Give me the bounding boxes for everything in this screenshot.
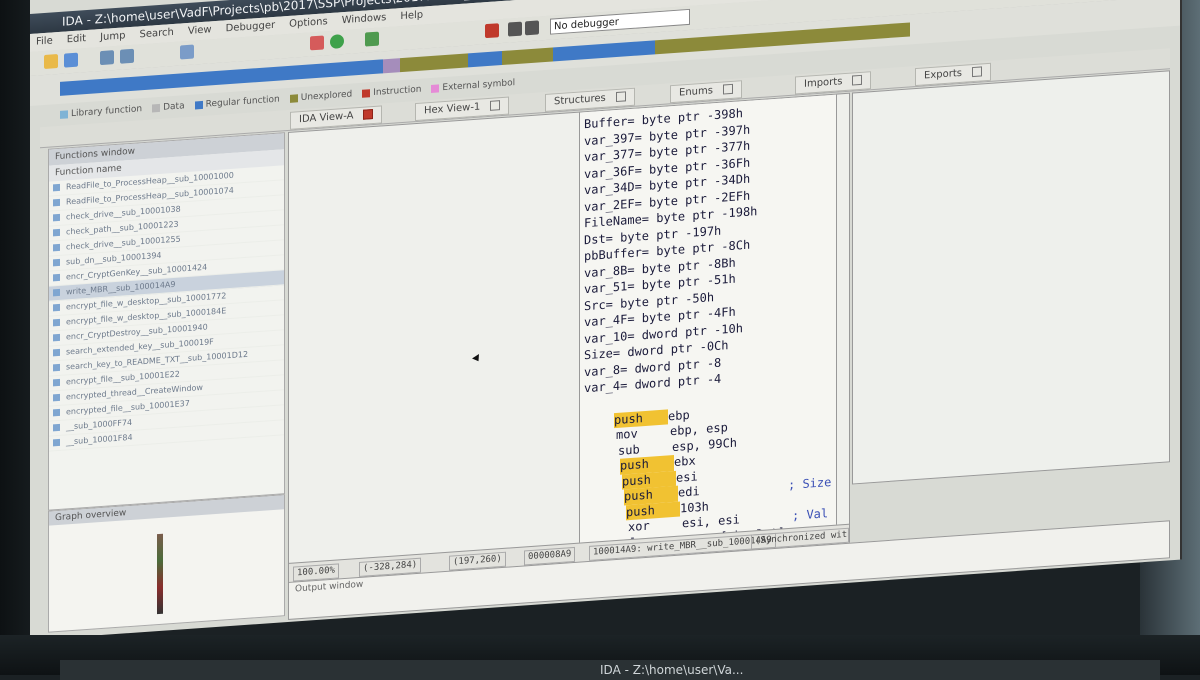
graph-icon[interactable] (310, 35, 324, 51)
save-icon[interactable] (64, 52, 78, 68)
close-icon[interactable] (971, 66, 982, 78)
tab-label: Imports (804, 76, 843, 90)
legend-swatch (362, 88, 371, 98)
ida-window: IDA - Z:\home\user\VadF\Projects\pb\2017… (30, 0, 1182, 640)
function-list: ReadFile_to_ProcessHeap__sub_10001000 Rea… (49, 165, 284, 452)
function-name: __sub_1000FF74 (66, 417, 133, 432)
legend-label: Regular function (205, 94, 280, 110)
legend-label: External symbol (442, 78, 516, 94)
function-icon (53, 273, 60, 282)
menu-item-help[interactable]: Help (400, 10, 423, 23)
add-icon[interactable] (365, 31, 379, 47)
close-icon[interactable] (363, 108, 374, 120)
function-icon (53, 348, 60, 357)
ida-view-a: Buffer= byte ptr -398h var_397= byte ptr … (288, 92, 850, 584)
close-icon[interactable] (722, 83, 733, 95)
asm-comment: ; Val (792, 506, 829, 523)
function-icon (53, 198, 60, 207)
tab-label: Enums (679, 85, 713, 99)
graph-overview-bar[interactable] (157, 533, 163, 615)
menu-item-search[interactable]: Search (140, 27, 174, 40)
close-icon[interactable] (490, 100, 501, 111)
hex-view-panel (852, 70, 1170, 485)
menu-item-file[interactable]: File (36, 35, 53, 47)
disassembly-listing[interactable]: Buffer= byte ptr -398h var_397= byte ptr … (579, 94, 837, 543)
run-icon[interactable] (330, 34, 344, 50)
search-icon[interactable] (180, 44, 194, 60)
function-icon (53, 228, 60, 237)
function-icon (53, 258, 60, 267)
back-icon[interactable] (100, 50, 114, 66)
graph-overview-panel: Graph overview (48, 494, 285, 633)
legend-label: Instruction (373, 84, 422, 98)
function-icon (53, 393, 60, 402)
mouse-cursor-icon (472, 354, 482, 364)
function-icon (53, 318, 60, 327)
function-name: __sub_10001F84 (66, 432, 133, 447)
legend-swatch (289, 93, 298, 103)
function-icon (53, 213, 60, 222)
legend-swatch (60, 109, 68, 119)
menu-item-view[interactable]: View (188, 24, 212, 37)
function-icon (53, 408, 60, 417)
tab-label: Hex View-1 (424, 101, 481, 117)
legend-label: Data (163, 101, 185, 113)
functions-panel: Functions window Function name ReadFile_… (48, 132, 285, 511)
tab-label: IDA View-A (299, 110, 354, 126)
function-icon (53, 378, 60, 387)
pause-icon[interactable] (525, 20, 539, 36)
close-icon[interactable] (615, 91, 626, 103)
function-icon (53, 303, 60, 312)
legend-swatch (431, 83, 440, 93)
open-icon[interactable] (44, 54, 58, 70)
stop-icon[interactable] (485, 23, 499, 39)
menu-item-windows[interactable]: Windows (342, 12, 387, 26)
function-icon (53, 243, 60, 252)
legend-label: Library function (71, 104, 143, 120)
function-icon (53, 363, 60, 372)
forward-icon[interactable] (120, 48, 134, 64)
menu-item-options[interactable]: Options (289, 16, 328, 30)
function-icon (53, 288, 60, 297)
function-icon (53, 333, 60, 342)
function-icon (53, 423, 60, 432)
tab-label: Exports (924, 67, 962, 82)
menu-item-jump[interactable]: Jump (100, 30, 125, 43)
legend-label: Unexplored (300, 89, 353, 104)
function-icon (53, 183, 60, 192)
legend-swatch (194, 100, 203, 109)
legend-swatch (152, 103, 161, 112)
taskbar: IDA - Z:\home\user\Va... (60, 660, 1160, 680)
tab-label: Structures (554, 92, 606, 108)
function-icon (53, 438, 60, 447)
tab-enums[interactable]: Enums (670, 80, 742, 104)
close-icon[interactable] (852, 74, 863, 86)
menu-item-debugger[interactable]: Debugger (226, 20, 276, 34)
play-icon[interactable] (508, 21, 522, 37)
menu-item-edit[interactable]: Edit (67, 33, 86, 45)
asm-comment: ; Size (788, 474, 832, 492)
